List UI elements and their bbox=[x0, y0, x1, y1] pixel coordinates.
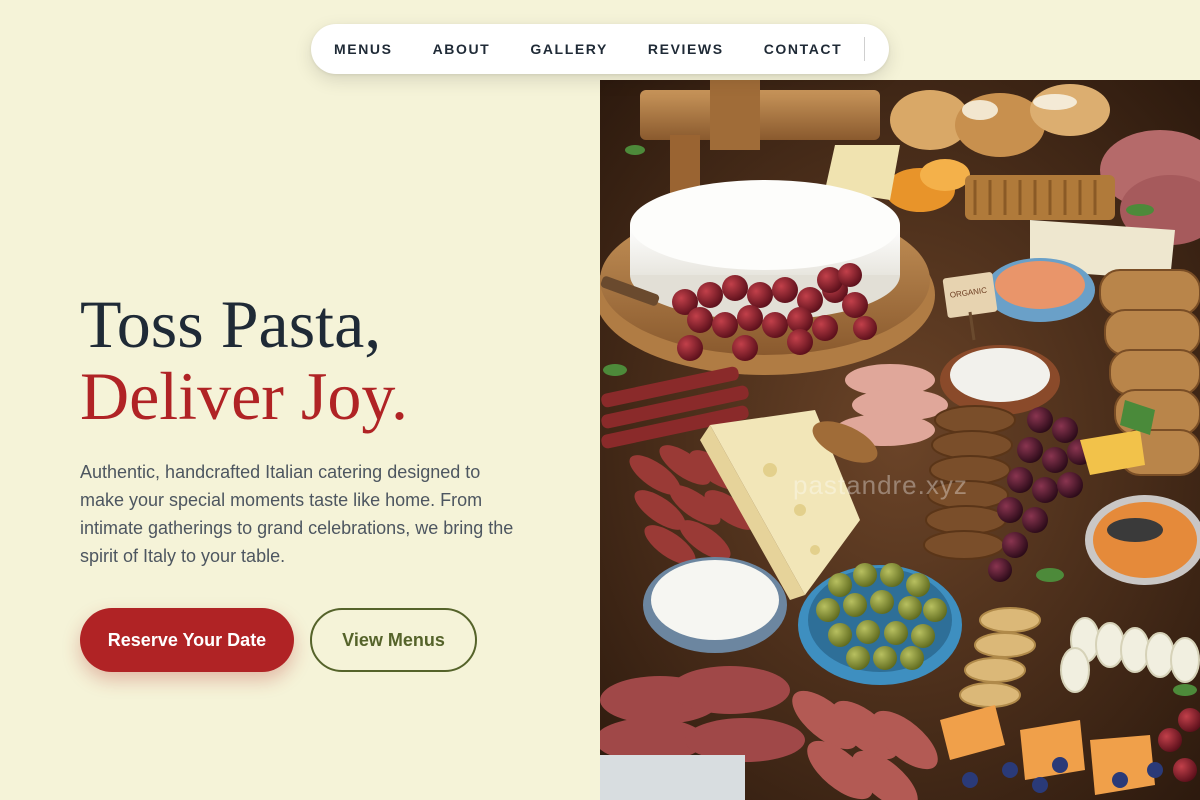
hero-photo: ORGANIC bbox=[600, 80, 1200, 800]
hero-description: Authentic, handcrafted Italian catering … bbox=[80, 462, 514, 566]
reserve-date-button[interactable]: Reserve Your Date bbox=[80, 608, 294, 672]
main-nav: MENUS ABOUT GALLERY REVIEWS CONTACT bbox=[311, 24, 889, 74]
page: MENUS ABOUT GALLERY REVIEWS CONTACT Toss… bbox=[0, 0, 1200, 800]
nav-item-gallery[interactable]: GALLERY bbox=[530, 41, 608, 57]
hero-title-line2: Deliver Joy. bbox=[80, 358, 408, 434]
view-menus-button[interactable]: View Menus bbox=[310, 608, 477, 672]
nav-item-about[interactable]: ABOUT bbox=[433, 41, 491, 57]
nav-item-contact[interactable]: CONTACT bbox=[764, 41, 843, 57]
charcuterie-board-image: ORGANIC bbox=[600, 80, 1200, 800]
nav-divider bbox=[864, 37, 865, 61]
nav-item-reviews[interactable]: REVIEWS bbox=[648, 41, 724, 57]
hero-title: Toss Pasta, Deliver Joy. bbox=[80, 288, 580, 432]
nav-item-menus[interactable]: MENUS bbox=[334, 41, 393, 57]
hero-title-line1: Toss Pasta, bbox=[80, 286, 382, 362]
